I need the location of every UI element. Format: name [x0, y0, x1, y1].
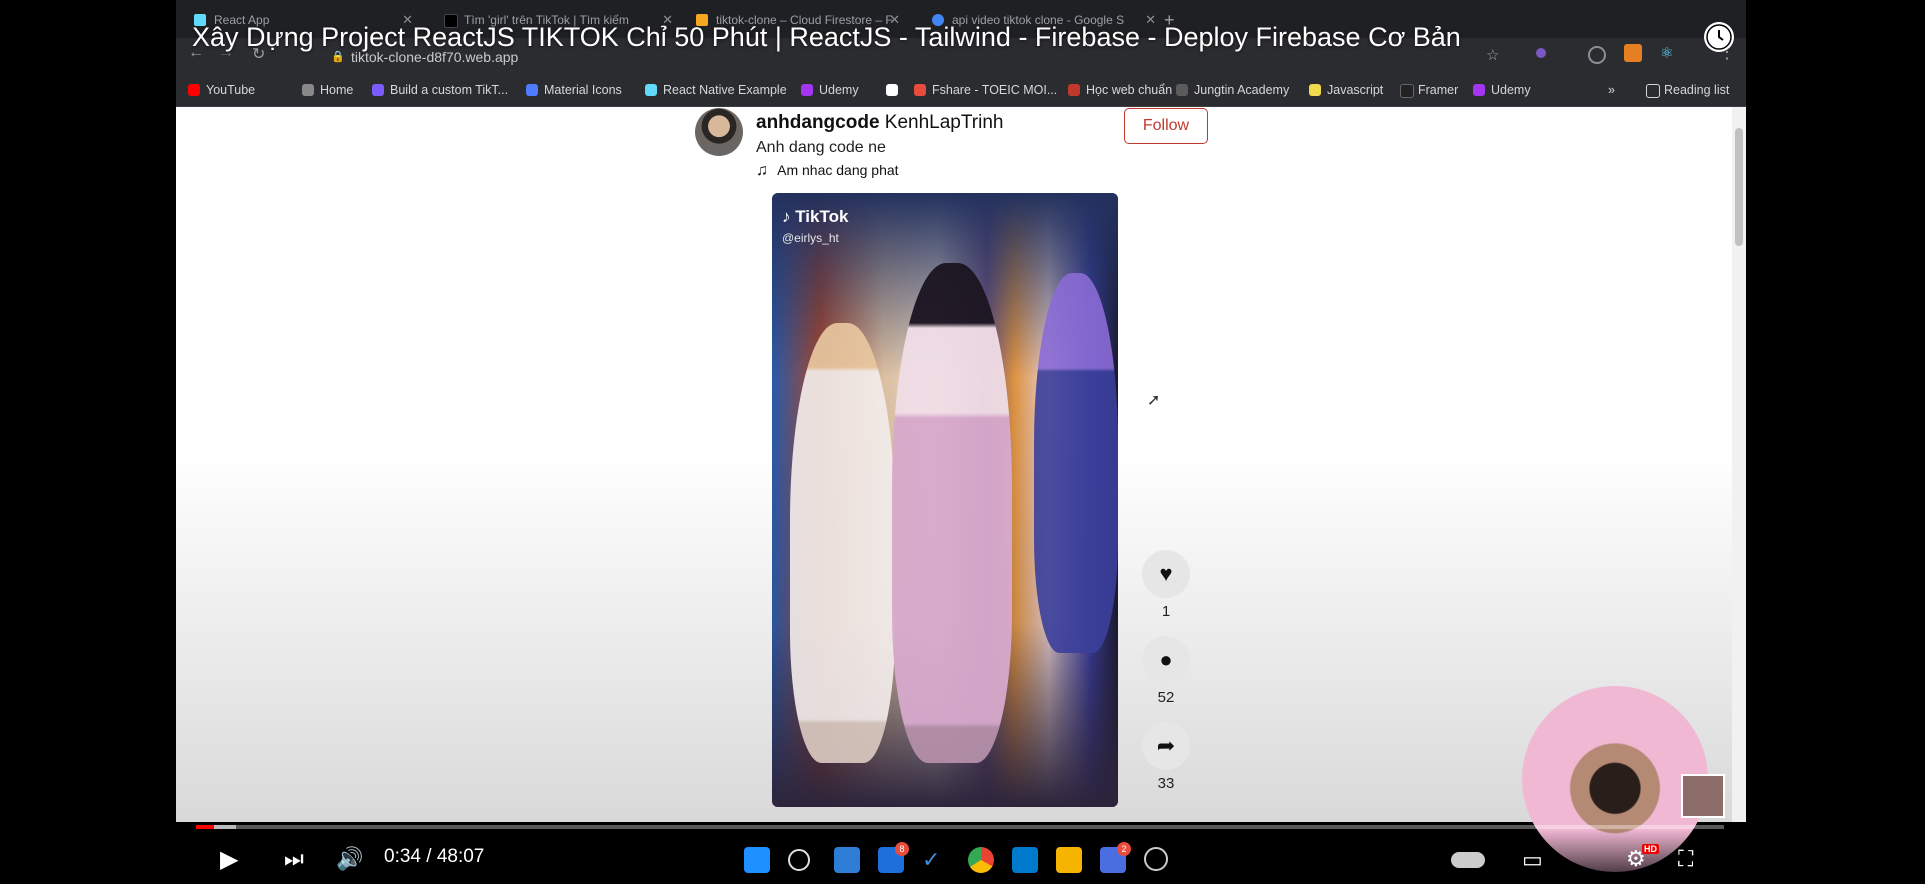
username[interactable]: anhdangcode: [756, 112, 880, 133]
bookmark-material-icons[interactable]: Material Icons: [526, 82, 622, 98]
bookmark-javascript[interactable]: Javascript: [1309, 82, 1383, 98]
bookmark-label: Build a custom TikT...: [390, 83, 509, 97]
bookmark-framer[interactable]: Framer: [1400, 82, 1458, 98]
video-person: [1034, 273, 1118, 653]
bookmark-youtube[interactable]: YouTube: [188, 82, 255, 98]
react-icon: [645, 84, 657, 96]
share-count: 33: [1157, 775, 1175, 792]
extension-icon[interactable]: [1536, 48, 1546, 58]
todo-icon[interactable]: ✓: [922, 847, 948, 873]
bookmark-udemy-2[interactable]: Udemy: [1473, 82, 1531, 98]
mouse-cursor-icon: ➚: [1147, 392, 1161, 409]
reading-list-icon: [1646, 84, 1660, 98]
bookmark-label: Framer: [1418, 83, 1459, 97]
video-title[interactable]: Xây Dựng Project ReactJS TIKTOK Chỉ 50 P…: [192, 22, 1461, 53]
bookmark-build-tiktok[interactable]: Build a custom TikT...: [372, 82, 508, 98]
reading-list-label: Reading list: [1664, 83, 1730, 97]
hd-badge: HD: [1642, 844, 1659, 854]
home-icon: [302, 84, 314, 96]
share-button[interactable]: ➦: [1142, 722, 1190, 770]
video-frame[interactable]: React App ✕ Tìm 'girl' trên TikTok | Tìm…: [176, 0, 1746, 884]
next-button[interactable]: ⏭: [284, 846, 304, 872]
tiktok-logo-icon: ♪: [782, 207, 791, 226]
bookmark-star-icon[interactable]: ☆: [1486, 46, 1499, 64]
extension-icon[interactable]: [1624, 44, 1642, 62]
bookmarks-bar: YouTube Home Build a custom TikT... Mate…: [176, 74, 1746, 107]
bookmark-udemy[interactable]: Udemy: [801, 82, 859, 98]
share-icon: ➦: [1156, 733, 1176, 758]
bookmark-react-native[interactable]: React Native Example: [645, 82, 787, 98]
video-handle: @eirlys_ht: [782, 231, 839, 245]
bookmark-icon: [526, 84, 538, 96]
post-music: ♫ Am nhac dang phat: [756, 162, 899, 180]
bookmark-label: React Native Example: [663, 83, 787, 97]
bookmark-label: Fshare - TOEIC MOI...: [932, 83, 1058, 97]
notification-badge: 2: [1117, 842, 1131, 856]
bookmark-home[interactable]: Home: [302, 82, 353, 98]
bookmark-icon: [372, 84, 384, 96]
heart-icon: ♥: [1159, 561, 1173, 586]
display-name: KenhLapTrinh: [884, 112, 1004, 133]
folder-icon[interactable]: [1056, 847, 1082, 873]
music-note-icon: ♫: [756, 162, 768, 179]
like-count: 1: [1161, 603, 1171, 620]
post-author[interactable]: anhdangcode KenhLapTrinh: [756, 112, 1003, 134]
bookmark-label: Home: [320, 83, 354, 97]
bookmark-label: Jungtin Academy: [1194, 83, 1290, 97]
comment-icon: ●: [1159, 647, 1173, 672]
store-icon[interactable]: [834, 847, 860, 873]
subtitles-icon[interactable]: ▭: [1522, 847, 1543, 873]
bookmark-jungtin[interactable]: Jungtin Academy: [1176, 82, 1289, 98]
volume-button[interactable]: 🔊: [336, 846, 363, 872]
music-label: Am nhac dang phat: [777, 162, 899, 178]
search-icon[interactable]: [788, 849, 810, 871]
follow-button[interactable]: Follow: [1124, 108, 1208, 144]
avatar[interactable]: [695, 108, 743, 156]
framer-icon: [1400, 84, 1414, 98]
chrome-icon[interactable]: [968, 847, 994, 873]
react-devtools-icon[interactable]: ⚛: [1660, 44, 1673, 62]
udemy-icon: [1473, 84, 1485, 96]
bookmark-icon: [914, 84, 926, 96]
scrollbar-thumb[interactable]: [1735, 128, 1743, 246]
post-caption: Anh dang code ne: [756, 139, 886, 156]
bookmark-label: Material Icons: [544, 83, 622, 97]
watch-later-button[interactable]: [1704, 22, 1734, 52]
bookmark-label: Udemy: [819, 83, 859, 97]
comment-button[interactable]: ●: [1142, 636, 1190, 684]
bookmark-fshare[interactable]: Fshare - TOEIC MOI...: [914, 82, 1057, 98]
youtube-icon: [188, 84, 200, 96]
obs-icon[interactable]: [1144, 847, 1168, 871]
more-bookmarks-button[interactable]: »: [1608, 82, 1615, 98]
clock-icon: [1706, 24, 1732, 50]
video-person: [892, 263, 1012, 763]
bookmark-icon: [1068, 84, 1080, 96]
vscode-icon[interactable]: [1012, 847, 1038, 873]
time-display: 0:34 / 48:07: [384, 846, 485, 867]
presenter-thumbnail: [1681, 774, 1725, 818]
notification-badge: 8: [895, 842, 909, 856]
extension-icon[interactable]: [1588, 46, 1606, 64]
reading-list-button[interactable]: Reading list: [1646, 82, 1729, 98]
watermark-label: TikTok: [795, 207, 849, 226]
fullscreen-icon[interactable]: ⛶: [1678, 846, 1693, 872]
video-person: [790, 323, 895, 763]
bookmark-icon: [1309, 84, 1321, 96]
windows-start-icon[interactable]: [744, 847, 770, 873]
bookmark-label: Javascript: [1327, 83, 1384, 97]
bookmark-icon: [886, 84, 898, 96]
bookmark-label: Học web chuẩn: [1086, 83, 1173, 97]
bookmark-icon: [1176, 84, 1188, 96]
autoplay-toggle[interactable]: [1451, 852, 1485, 868]
bookmark-label: Udemy: [1491, 83, 1531, 97]
udemy-icon: [801, 84, 813, 96]
tiktok-watermark: ♪ TikTok: [782, 207, 848, 227]
comment-count: 52: [1157, 689, 1175, 706]
bookmark-hoc-web[interactable]: Học web chuẩn: [1068, 82, 1172, 98]
post-video[interactable]: ♪ TikTok @eirlys_ht: [772, 193, 1118, 807]
bookmark-label: YouTube: [206, 83, 256, 97]
like-button[interactable]: ♥: [1142, 550, 1190, 598]
play-button[interactable]: ▶: [220, 845, 238, 874]
